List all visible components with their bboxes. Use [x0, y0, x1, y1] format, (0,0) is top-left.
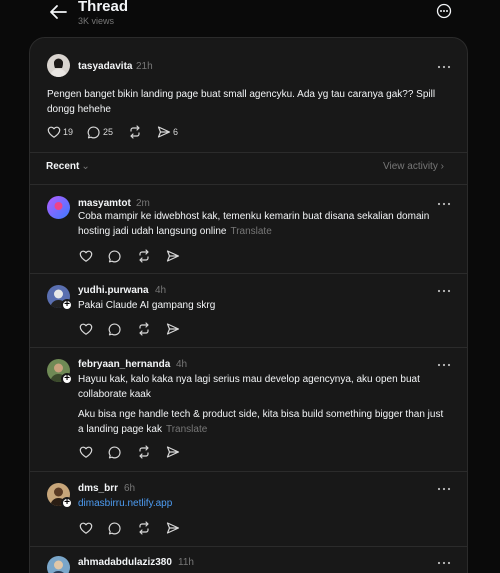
more-icon[interactable]	[436, 485, 452, 493]
more-icon[interactable]	[436, 559, 452, 567]
thread-panel: tasyadavita 21h Pengen banget bikin land…	[29, 37, 468, 573]
avatar[interactable]	[47, 556, 70, 573]
username[interactable]: febryaan_hernanda	[78, 359, 170, 370]
repost-icon[interactable]	[137, 249, 151, 263]
timestamp: 11h	[178, 557, 194, 568]
sort-label: Recent	[46, 161, 80, 172]
top-bar: Thread 3K views	[0, 0, 500, 34]
sort-dropdown[interactable]: Recent ⌄	[46, 161, 90, 172]
share-count: 6	[173, 127, 179, 137]
reply-link[interactable]: dimasbirru.netlify.app	[78, 498, 172, 509]
reply-icon[interactable]	[108, 521, 122, 535]
reply-icon[interactable]	[108, 445, 122, 459]
follow-plus-icon[interactable]: +	[61, 497, 73, 509]
divider	[30, 184, 467, 185]
share-icon[interactable]	[166, 445, 180, 459]
chevron-down-icon: ⌄	[81, 161, 90, 172]
view-activity-link[interactable]: View activity ›	[383, 161, 444, 172]
username[interactable]: masyamtot	[78, 198, 131, 209]
share-icon[interactable]	[157, 125, 171, 139]
page-title: Thread	[78, 0, 129, 15]
timestamp: 2m	[136, 198, 150, 209]
reply-icon[interactable]	[108, 322, 122, 336]
more-icon[interactable]	[436, 200, 452, 208]
reply-icon[interactable]	[108, 249, 122, 263]
share-icon[interactable]	[166, 521, 180, 535]
translate-link[interactable]: Translate	[230, 226, 271, 237]
timestamp: 4h	[155, 285, 167, 296]
like-icon[interactable]	[79, 249, 93, 263]
divider	[30, 152, 467, 153]
more-icon[interactable]	[436, 63, 452, 71]
repost-icon[interactable]	[137, 322, 151, 336]
share-icon[interactable]	[166, 249, 180, 263]
like-icon[interactable]	[79, 521, 93, 535]
divider	[30, 471, 467, 472]
username[interactable]: tasyadavita	[78, 61, 132, 72]
username[interactable]: ahmadabdulaziz380	[78, 557, 172, 568]
avatar[interactable]	[47, 196, 70, 219]
like-icon[interactable]	[47, 125, 61, 139]
view-count: 3K views	[78, 16, 115, 26]
follow-plus-icon[interactable]: +	[61, 299, 73, 311]
follow-plus-icon[interactable]: +	[61, 373, 73, 385]
divider	[30, 347, 467, 348]
view-activity-label: View activity	[383, 161, 438, 172]
share-icon[interactable]	[166, 322, 180, 336]
reply-count: 25	[103, 127, 114, 137]
reply-text: Coba mampir ke idwebhost kak, temenku ke…	[78, 209, 448, 239]
username[interactable]: yudhi.purwana	[78, 285, 149, 296]
repost-icon[interactable]	[137, 521, 151, 535]
username[interactable]: dms_brr	[78, 483, 118, 494]
more-icon[interactable]	[436, 361, 452, 369]
timestamp: 21h	[136, 61, 153, 72]
divider	[30, 546, 467, 547]
chevron-right-icon: ›	[440, 161, 444, 172]
like-count: 19	[63, 127, 74, 137]
like-icon[interactable]	[79, 322, 93, 336]
repost-icon[interactable]	[128, 125, 142, 139]
divider	[30, 273, 467, 274]
like-icon[interactable]	[79, 445, 93, 459]
reply-text-continued: Aku bisa nge handle tech & product side,…	[78, 407, 448, 437]
more-options-icon[interactable]	[436, 3, 452, 19]
repost-icon[interactable]	[137, 445, 151, 459]
post-text: Pengen banget bikin landing page buat sm…	[47, 89, 436, 115]
timestamp: 6h	[124, 483, 136, 494]
translate-link[interactable]: Translate	[166, 424, 207, 435]
reply-text: Pakai Claude AI gampang skrg	[78, 300, 216, 311]
timestamp: 4h	[176, 359, 188, 370]
avatar[interactable]	[47, 54, 70, 77]
more-icon[interactable]	[436, 287, 452, 295]
reply-text: Hayuu kak, kalo kaka nya lagi serius mau…	[78, 374, 420, 400]
reply-body: Aku bisa nge handle tech & product side,…	[78, 409, 444, 435]
back-arrow-icon[interactable]	[47, 2, 69, 22]
reply-icon[interactable]	[87, 125, 101, 139]
